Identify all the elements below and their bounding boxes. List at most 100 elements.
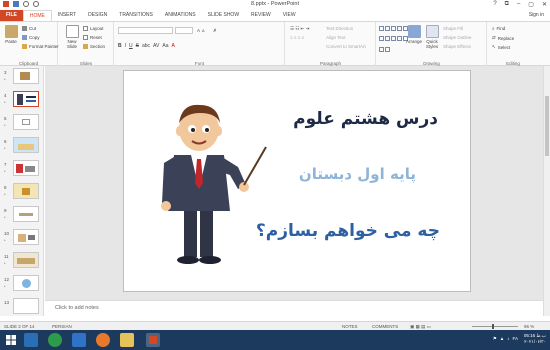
slide-title-line-2[interactable]: پایه اول دبستان — [299, 165, 416, 183]
layout-button[interactable]: Layout — [83, 26, 104, 31]
paste-button[interactable]: Paste — [2, 25, 20, 44]
slide-thumbnail[interactable]: 11 * — [4, 252, 42, 272]
slide-title-line-3[interactable]: چه می خواهم بسازم؟ — [256, 221, 440, 241]
font-color-button[interactable]: A — [171, 43, 174, 49]
text-direction-button[interactable]: Text Direction — [326, 26, 353, 31]
shape-fill-button[interactable]: Shape Fill — [443, 26, 463, 31]
slide-thumbnail[interactable]: 4 * — [4, 91, 42, 111]
shape-icon[interactable] — [385, 36, 390, 42]
copy-label: Copy — [29, 35, 40, 40]
shape-icon[interactable] — [385, 46, 390, 52]
shape-icon[interactable] — [385, 26, 390, 31]
clear-format-icon[interactable]: ✗ — [213, 28, 217, 34]
teacher-illustration — [161, 104, 267, 264]
shape-icon[interactable] — [379, 26, 384, 31]
slide-thumbnail[interactable]: 3 * — [4, 68, 42, 88]
slide-thumbnail[interactable]: 6 * — [4, 137, 42, 157]
media-icon[interactable] — [72, 333, 86, 347]
section-button[interactable]: Section — [83, 44, 105, 49]
shape-icon[interactable] — [391, 26, 396, 31]
tab-file[interactable]: FILE — [0, 10, 23, 21]
shape-icon[interactable] — [397, 36, 402, 42]
text-shadow-button[interactable]: abc — [142, 43, 150, 49]
shape-effects-button[interactable]: Shape Effects — [443, 44, 471, 49]
align-buttons[interactable]: ≡ ≡ ≡ ≡ — [290, 35, 304, 40]
flag-icon[interactable]: ⚑ — [493, 336, 497, 342]
slide-thumbnail[interactable]: 10 * — [4, 229, 42, 249]
font-name-field[interactable] — [118, 27, 173, 34]
bold-button[interactable]: B — [118, 43, 122, 49]
zoom-slider-knob[interactable] — [492, 324, 494, 329]
arrange-button[interactable]: Arrange — [405, 25, 423, 44]
tab-home[interactable]: HOME — [22, 10, 52, 21]
slide-thumbnail[interactable]: 8 * — [4, 183, 42, 203]
select-button[interactable]: ↖ Select — [492, 44, 510, 50]
sign-in-link[interactable]: Sign in — [529, 12, 544, 18]
convert-smartart-button[interactable]: Convert to SmartArt — [326, 44, 366, 49]
replace-button[interactable]: ⇄ Replace — [492, 35, 514, 41]
quick-styles-label: Quick Styles — [425, 39, 439, 49]
tab-slide-show[interactable]: SLIDE SHOW — [202, 10, 245, 21]
tab-insert[interactable]: INSERT — [52, 10, 82, 21]
italic-button[interactable]: I — [125, 43, 126, 49]
zoom-level[interactable]: 96 % — [524, 324, 534, 329]
quick-styles-button[interactable]: Quick Styles — [423, 25, 441, 49]
maximize-button[interactable]: ▢ — [528, 1, 534, 8]
slide-thumbnail[interactable]: 13 — [4, 298, 42, 316]
editing-group: ⌕ Find ⇄ Replace ↖ Select Editing — [488, 22, 538, 67]
tab-transitions[interactable]: TRANSITIONS — [113, 10, 159, 21]
slide-title-line-1[interactable]: درس هشتم علوم — [293, 109, 438, 129]
ribbon-display-icon[interactable]: ⧉ — [505, 1, 509, 8]
comments-toggle[interactable]: COMMENTS — [372, 324, 398, 329]
language-indicator[interactable]: PERSIAN — [52, 324, 72, 329]
font-size-field[interactable] — [175, 27, 193, 34]
telegram-icon[interactable] — [24, 333, 38, 347]
start-button[interactable] — [4, 333, 18, 347]
network-icon[interactable]: ▲ — [500, 336, 504, 342]
clipboard-group: Paste Cut Copy Format Painter Clipboard — [0, 22, 59, 67]
internet-explorer-icon[interactable] — [48, 333, 62, 347]
reset-button[interactable]: Reset — [83, 35, 102, 40]
animation-star-icon: * — [4, 238, 6, 243]
slide-thumbnail[interactable]: 5 * — [4, 114, 42, 134]
firefox-icon[interactable] — [96, 333, 110, 347]
shape-icon[interactable] — [397, 26, 402, 31]
change-case-button[interactable]: Aa — [162, 43, 168, 49]
help-icon[interactable]: ? — [493, 1, 496, 8]
grow-font-button[interactable]: AA — [197, 28, 205, 33]
shape-icon[interactable] — [391, 36, 396, 42]
bullets-button[interactable]: ☰ ☷ ⇤ ⇥ — [290, 26, 309, 32]
underline-button[interactable]: U — [129, 43, 133, 49]
copy-button[interactable]: Copy — [22, 35, 40, 40]
slide-thumbnail[interactable]: 12 * — [4, 275, 42, 295]
tab-animations[interactable]: ANIMATIONS — [159, 10, 202, 21]
current-slide[interactable]: درس هشتم علوم پایه اول دبستان چه می خواه… — [123, 70, 471, 292]
cut-button[interactable]: Cut — [22, 26, 36, 31]
align-text-button[interactable]: Align Text — [326, 35, 345, 40]
notes-toggle[interactable]: NOTES — [342, 324, 358, 329]
volume-icon[interactable]: ♪ — [507, 336, 509, 342]
tab-design[interactable]: DESIGN — [82, 10, 113, 21]
powerpoint-taskbar-button[interactable] — [146, 333, 160, 347]
file-explorer-icon[interactable] — [120, 333, 134, 347]
clock[interactable]: 05:16 ب.ظ ۲۰۲۱/۰۶/۳۰ — [524, 333, 546, 345]
zoom-slider[interactable] — [472, 326, 518, 327]
vertical-scrollbar[interactable] — [543, 66, 550, 316]
slide-thumbnail[interactable]: 9 * — [4, 206, 42, 226]
shape-icon[interactable] — [379, 36, 384, 42]
minimize-button[interactable]: – — [517, 1, 520, 8]
tab-review[interactable]: REVIEW — [245, 10, 277, 21]
scrollbar-thumb[interactable] — [545, 96, 549, 156]
strikethrough-button[interactable]: S — [136, 43, 139, 49]
tab-view[interactable]: VIEW — [277, 10, 302, 21]
language-indicator-tray[interactable]: FA — [512, 336, 518, 342]
close-button[interactable]: ✕ — [542, 1, 547, 8]
shape-icon[interactable] — [379, 46, 384, 52]
slide-thumbnail[interactable]: 7 * — [4, 160, 42, 180]
shape-outline-button[interactable]: Shape Outline — [443, 35, 472, 40]
notes-pane[interactable]: Click to add notes — [45, 300, 543, 316]
format-painter-button[interactable]: Format Painter — [22, 44, 59, 49]
find-button[interactable]: ⌕ Find — [492, 26, 505, 31]
new-slide-button[interactable]: New Slide — [63, 25, 81, 49]
character-spacing-button[interactable]: AV — [153, 43, 159, 49]
